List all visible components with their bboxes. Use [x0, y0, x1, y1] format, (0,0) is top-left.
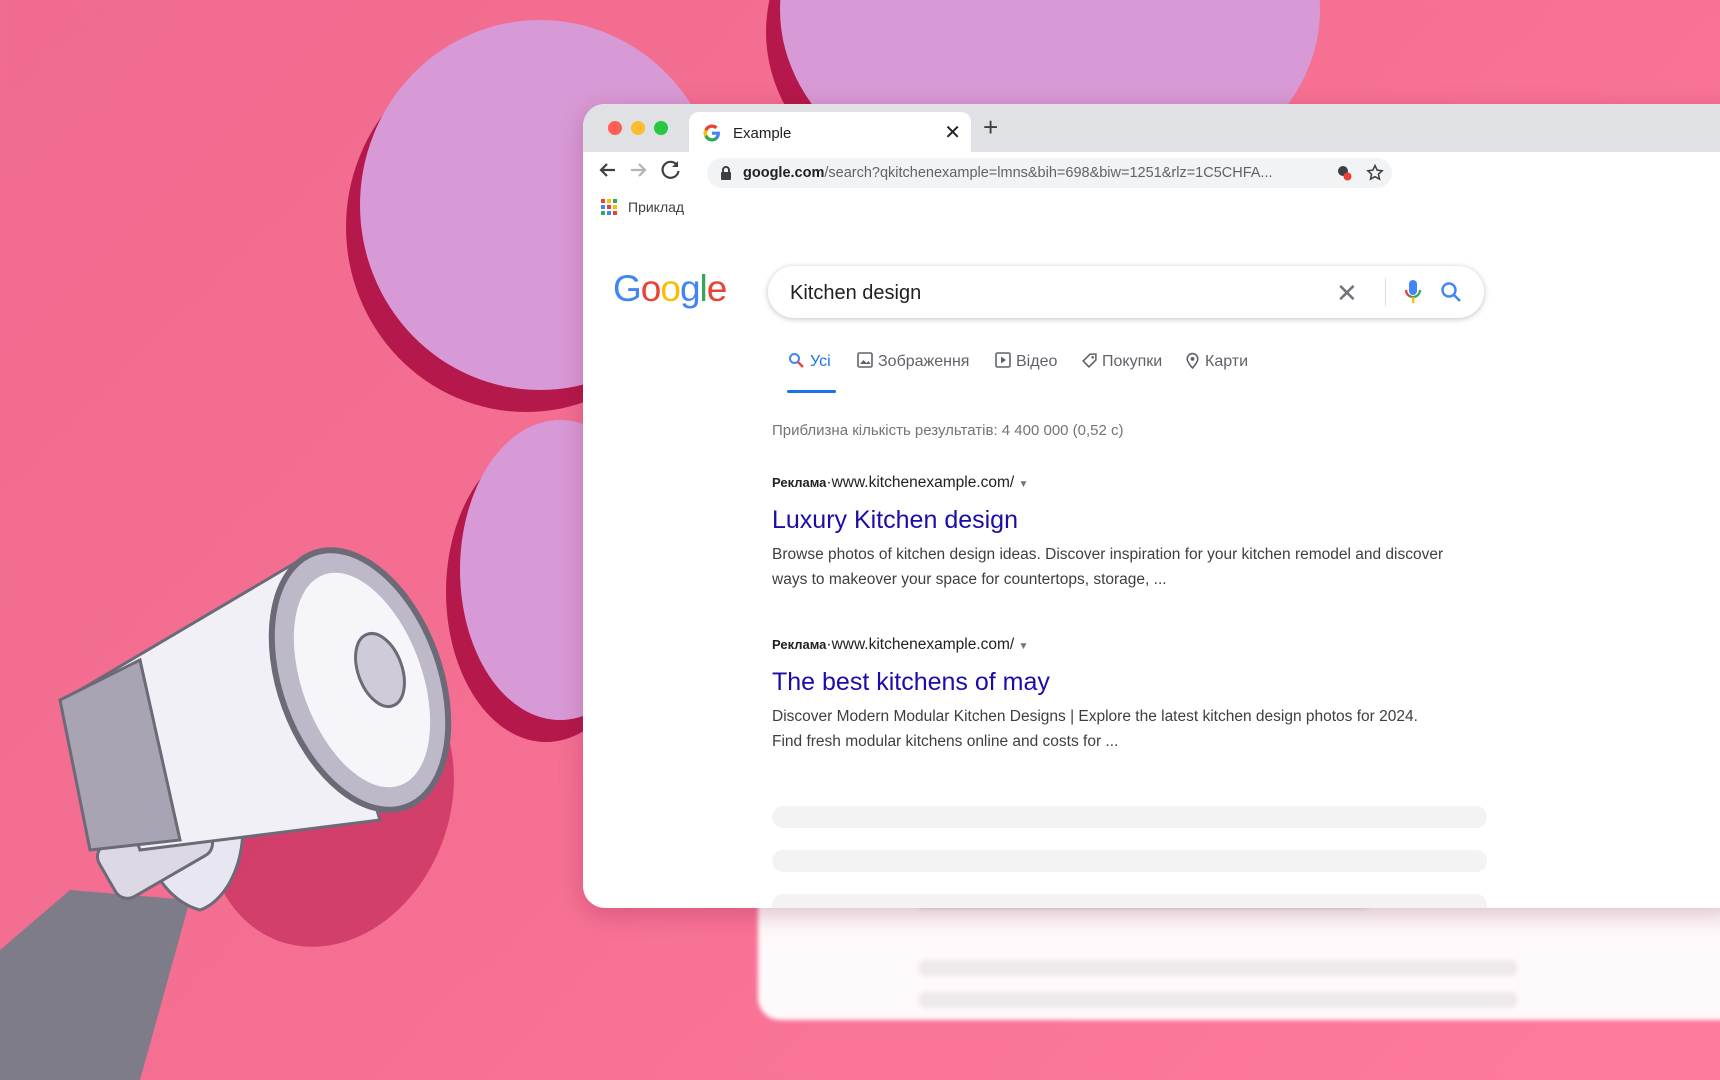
- blurred-placeholder-bar: [918, 960, 1518, 976]
- search-divider: [1385, 278, 1386, 306]
- search-input[interactable]: Kitchen design ✕: [768, 266, 1484, 318]
- address-bar[interactable]: google.com/search?qkitchenexample=lmns&b…: [707, 158, 1392, 188]
- ad-description: Discover Modern Modular Kitchen Designs …: [772, 704, 1492, 754]
- new-tab-plus-icon[interactable]: +: [983, 112, 998, 143]
- logo-letter: o: [660, 268, 681, 309]
- search-icon[interactable]: [1440, 281, 1462, 303]
- logo-letter: G: [613, 268, 642, 309]
- tab-label: Покупки: [1102, 353, 1163, 370]
- logo-letter: l: [699, 268, 708, 309]
- ad-description-line: ways to makeover your space for countert…: [772, 571, 1167, 588]
- logo-letter: e: [706, 268, 728, 309]
- result-stats: Приблизна кількість результатів: 4 400 0…: [772, 422, 1124, 439]
- browser-titlebar: Example ✕ +: [583, 104, 1720, 156]
- ad-title-link[interactable]: Luxury Kitchen design: [772, 506, 1018, 535]
- logo-letter: g: [679, 268, 701, 309]
- bookmark-star-icon[interactable]: [1365, 163, 1385, 183]
- ad-label: Реклама: [772, 475, 827, 490]
- tab-close-icon[interactable]: ✕: [944, 120, 961, 145]
- tab-all[interactable]: Усі: [788, 352, 831, 371]
- search-icon: [789, 353, 804, 368]
- ad-description-line: Find fresh modular kitchens online and c…: [772, 733, 1119, 750]
- ad-description-line: Browse photos of kitchen design ideas. D…: [772, 546, 1444, 563]
- tag-icon: [1081, 353, 1097, 369]
- tab-label: Усі: [810, 353, 831, 370]
- apps-grid-icon[interactable]: [601, 199, 617, 215]
- video-icon: [995, 352, 1011, 368]
- url-text: google.com/search?qkitchenexample=lmns&b…: [743, 165, 1273, 181]
- ad-title-link[interactable]: The best kitchens of may: [772, 668, 1050, 697]
- image-icon: [857, 352, 873, 368]
- ad-description-line: Discover Modern Modular Kitchen Designs …: [772, 708, 1418, 725]
- ad-description: Browse photos of kitchen design ideas. D…: [772, 542, 1492, 592]
- close-window-button[interactable]: [608, 121, 622, 135]
- browser-tab[interactable]: Example ✕: [689, 112, 971, 156]
- megaphone-illustration: [0, 547, 454, 1080]
- map-pin-icon: [1186, 352, 1199, 370]
- bookmarks-bar: Приклад: [583, 190, 1720, 224]
- microphone-icon[interactable]: [1403, 279, 1423, 305]
- maximize-window-button[interactable]: [654, 121, 668, 135]
- browser-toolbar: google.com/search?qkitchenexample=lmns&b…: [583, 152, 1720, 190]
- dropdown-arrow-icon[interactable]: ▼: [1019, 641, 1029, 652]
- browser-window: Example ✕ + google.com/search?qkitchenex…: [583, 104, 1720, 908]
- blocked-location-icon[interactable]: [1335, 164, 1353, 182]
- ad-url-line[interactable]: Реклама·www.kitchenexample.com/ ▼: [772, 636, 1028, 654]
- tab-label: Відео: [1016, 353, 1058, 370]
- blurred-placeholder-bar: [918, 992, 1518, 1008]
- active-tab-underline: [787, 390, 836, 393]
- reload-icon[interactable]: [659, 158, 683, 182]
- ad-url: www.kitchenexample.com/: [831, 474, 1015, 491]
- loading-placeholder-bar: [772, 850, 1487, 872]
- url-domain: google.com: [743, 165, 825, 181]
- url-path: /search?qkitchenexample=lmns&bih=698&biw…: [824, 165, 1273, 181]
- tab-label: Карти: [1205, 353, 1249, 370]
- loading-placeholder-bar: [772, 894, 1487, 908]
- loading-placeholder-bar: [772, 806, 1487, 828]
- tab-shopping[interactable]: Покупки: [1081, 352, 1162, 371]
- tab-maps[interactable]: Карти: [1185, 352, 1248, 371]
- tab-images[interactable]: Зображення: [857, 352, 969, 371]
- tab-label: Зображення: [878, 353, 970, 370]
- ad-url: www.kitchenexample.com/: [831, 636, 1015, 653]
- google-logo[interactable]: Google: [613, 268, 728, 310]
- search-query-text: Kitchen design: [790, 282, 922, 304]
- google-favicon-icon: [703, 124, 720, 142]
- clear-search-icon[interactable]: ✕: [1336, 278, 1358, 309]
- forward-arrow-icon[interactable]: [627, 158, 651, 182]
- tab-title: Example: [733, 125, 792, 142]
- lock-icon: [721, 166, 731, 180]
- bookmark-item[interactable]: Приклад: [628, 199, 684, 215]
- tab-video[interactable]: Відео: [995, 352, 1057, 371]
- ad-url-line[interactable]: Реклама·www.kitchenexample.com/ ▼: [772, 474, 1028, 492]
- ad-label: Реклама: [772, 637, 827, 652]
- dropdown-arrow-icon[interactable]: ▼: [1019, 479, 1029, 490]
- minimize-window-button[interactable]: [631, 121, 645, 135]
- logo-letter: o: [640, 268, 662, 309]
- back-arrow-icon[interactable]: [595, 158, 619, 182]
